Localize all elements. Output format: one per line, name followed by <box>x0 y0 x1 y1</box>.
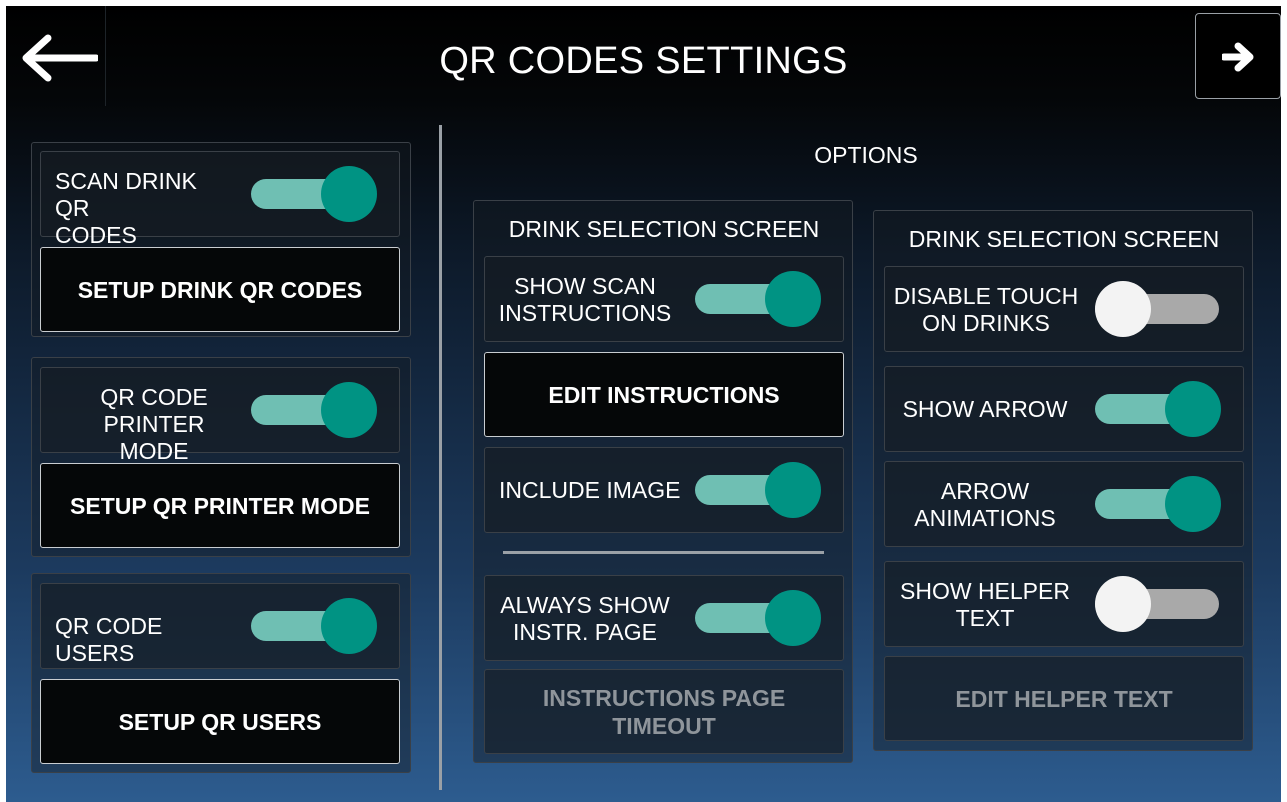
printer-row: QR CODE PRINTER MODE <box>40 367 400 464</box>
show-scan-label: SHOW SCAN INSTRUCTIONS <box>498 273 672 326</box>
always-show-label: ALWAYS SHOW INSTR. PAGE <box>500 592 670 645</box>
printer-toggle[interactable] <box>251 382 379 438</box>
users-panel: QR CODE USERS SETUP QR USERS <box>31 573 411 773</box>
arrow-animations-row: ARROW ANIMATIONS <box>884 461 1244 547</box>
scan-drink-row: SCAN DRINK QR CODES MODE <box>40 151 400 275</box>
helper-text-toggle[interactable] <box>1095 576 1223 632</box>
col2-title: DRINK SELECTION SCREEN <box>908 226 1220 252</box>
printer-panel: QR CODE PRINTER MODE SETUP QR PRINTER MO… <box>31 357 411 557</box>
setup-drink-qr-button[interactable]: SETUP DRINK QR CODES <box>40 247 400 332</box>
horizontal-divider <box>503 551 824 554</box>
scan-drink-toggle[interactable] <box>251 166 379 222</box>
edit-helper-text-button[interactable]: EDIT HELPER TEXT <box>884 656 1244 741</box>
disable-touch-row: DISABLE TOUCH ON DRINKS <box>884 266 1244 352</box>
toggle-knob <box>1165 381 1221 437</box>
disable-touch-toggle[interactable] <box>1095 281 1223 337</box>
toggle-knob <box>321 382 377 438</box>
toggle-knob <box>1095 576 1151 632</box>
options-col1-panel: DRINK SELECTION SCREEN SHOW SCAN INSTRUC… <box>473 200 853 763</box>
arrow-animations-toggle[interactable] <box>1095 476 1223 532</box>
instructions-timeout-button[interactable]: INSTRUCTIONS PAGE TIMEOUT <box>484 669 844 754</box>
show-arrow-row: SHOW ARROW <box>884 366 1244 452</box>
include-image-row: INCLUDE IMAGE <box>484 447 844 533</box>
arrow-right-icon <box>1222 42 1254 72</box>
setup-qr-printer-button[interactable]: SETUP QR PRINTER MODE <box>40 463 400 548</box>
toggle-knob <box>765 590 821 646</box>
users-row: QR CODE USERS <box>40 583 400 669</box>
printer-label: QR CODE PRINTER MODE <box>100 384 208 464</box>
toggle-knob <box>1165 476 1221 532</box>
disable-touch-label: DISABLE TOUCH ON DRINKS <box>893 283 1079 336</box>
next-button[interactable] <box>1195 13 1281 99</box>
show-scan-toggle[interactable] <box>695 271 823 327</box>
helper-text-label: SHOW HELPER TEXT <box>900 578 1070 631</box>
edit-instructions-button[interactable]: EDIT INSTRUCTIONS <box>484 352 844 437</box>
toggle-knob <box>1095 281 1151 337</box>
helper-text-row: SHOW HELPER TEXT <box>884 561 1244 647</box>
include-image-toggle[interactable] <box>695 462 823 518</box>
toggle-knob <box>765 462 821 518</box>
options-title: OPTIONS <box>814 142 918 168</box>
users-label: QR CODE USERS <box>55 613 163 666</box>
options-col2-panel: DRINK SELECTION SCREEN DISABLE TOUCH ON … <box>873 210 1253 751</box>
vertical-divider <box>439 125 442 790</box>
page-title: QR CODES SETTINGS <box>439 40 848 82</box>
toggle-knob <box>765 271 821 327</box>
show-arrow-toggle[interactable] <box>1095 381 1223 437</box>
toggle-knob <box>321 598 377 654</box>
users-toggle[interactable] <box>251 598 379 654</box>
arrow-animations-label: ARROW ANIMATIONS <box>914 478 1056 531</box>
header-bar: QR CODES SETTINGS <box>6 6 1281 116</box>
always-show-row: ALWAYS SHOW INSTR. PAGE <box>484 575 844 661</box>
scan-drink-panel: SCAN DRINK QR CODES MODE SETUP DRINK QR … <box>31 142 411 337</box>
show-arrow-label: SHOW ARROW <box>902 396 1068 422</box>
toggle-knob <box>321 166 377 222</box>
always-show-toggle[interactable] <box>695 590 823 646</box>
col1-title: DRINK SELECTION SCREEN <box>508 216 820 242</box>
show-scan-row: SHOW SCAN INSTRUCTIONS <box>484 256 844 342</box>
setup-qr-users-button[interactable]: SETUP QR USERS <box>40 679 400 764</box>
include-image-label: INCLUDE IMAGE <box>499 477 681 503</box>
screen: QR CODES SETTINGS SCAN DRINK QR CODES MO… <box>6 6 1281 802</box>
